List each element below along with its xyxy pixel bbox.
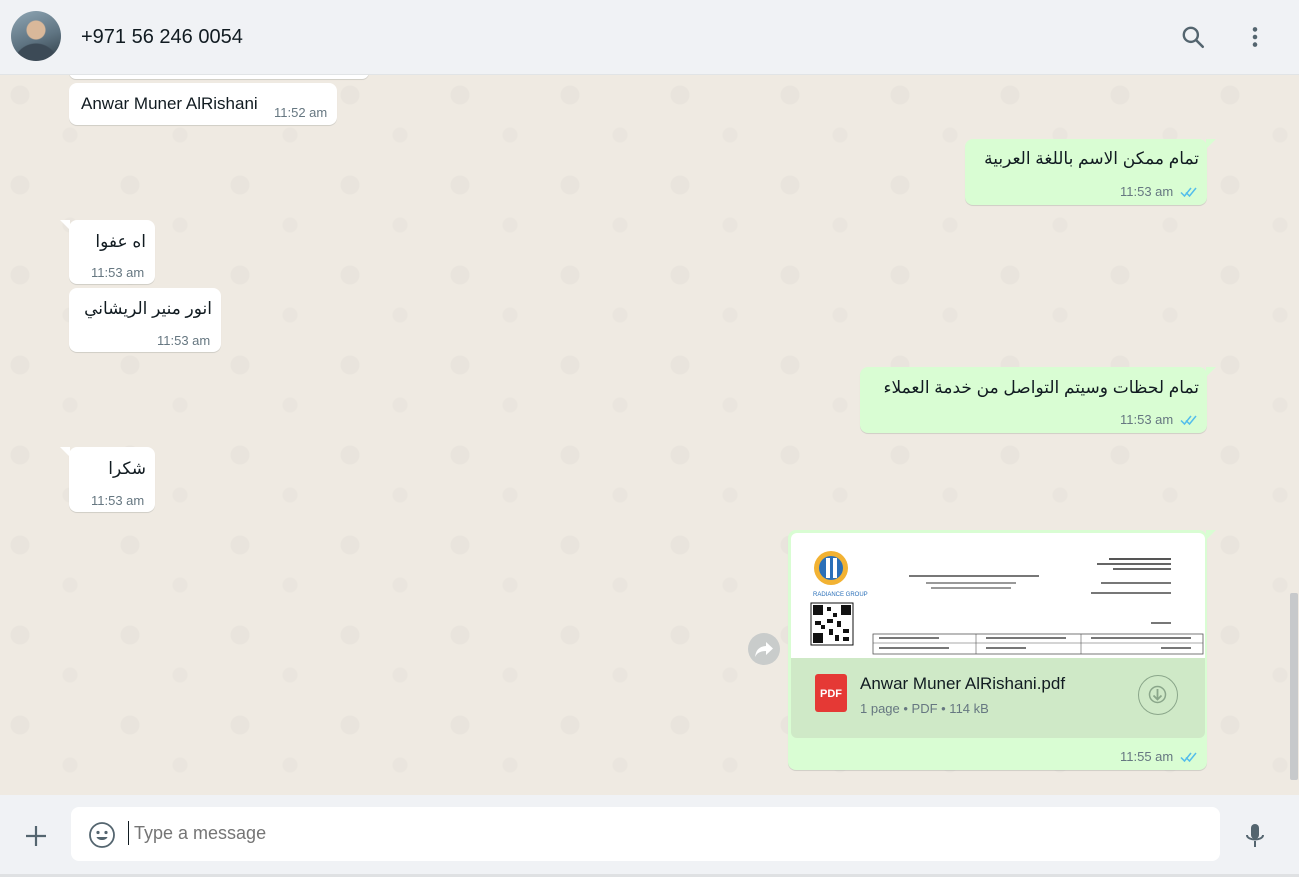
contact-name[interactable]: +971 56 246 0054 <box>81 25 243 49</box>
document-card[interactable]: PDF Anwar Muner AlRishani.pdf 1 page • P… <box>791 658 1205 738</box>
plus-icon[interactable] <box>24 824 48 848</box>
message-text: تمام لحظات وسيتم التواصل من خدمة العملاء <box>883 378 1199 397</box>
document-preview[interactable]: RADIANCE GROUP <box>791 533 1205 658</box>
message-bubble-outgoing[interactable]: تمام لحظات وسيتم التواصل من خدمة العملاء… <box>860 367 1216 433</box>
message-time: 11:53 am <box>1120 412 1174 427</box>
message-input[interactable] <box>134 823 1194 844</box>
message-text: تمام ممكن الاسم باللغة العربية <box>984 149 1199 168</box>
message-bubble-outgoing[interactable]: تمام ممكن الاسم باللغة العربية 11:53 am <box>965 139 1216 205</box>
message-time: 11:53 am <box>157 333 211 348</box>
message-time: 11:55 am <box>1120 749 1174 764</box>
document-file-name[interactable]: Anwar Muner AlRishani.pdf <box>860 674 1065 694</box>
message-time: 11:52 am <box>274 105 328 120</box>
logo-text: RADIANCE GROUP <box>813 592 868 598</box>
message-time: 11:53 am <box>1120 184 1174 199</box>
chat-header: +971 56 246 0054 <box>0 0 1299 75</box>
download-button[interactable] <box>1138 675 1178 715</box>
message-text: انور منير الريشاني <box>84 299 212 318</box>
message-text: Anwar Muner AlRishani <box>81 94 258 113</box>
bubble-tail <box>1206 530 1216 540</box>
message-time: 11:53 am <box>91 265 145 280</box>
message-text: اه عفوا <box>95 232 146 251</box>
mic-icon[interactable] <box>1243 822 1267 850</box>
document-meta: 1 page • PDF • 114 kB <box>860 701 989 716</box>
bubble-tail <box>60 447 70 457</box>
search-icon[interactable] <box>1180 24 1206 50</box>
message-time: 11:53 am <box>91 493 145 508</box>
document-preview-image: RADIANCE GROUP <box>810 551 1204 655</box>
bubble-tail <box>1206 139 1216 149</box>
message-bubble-incoming[interactable]: انور منير الريشاني 11:53 am <box>69 288 221 352</box>
message-composer <box>0 795 1299 877</box>
read-receipt-icon <box>1180 187 1197 198</box>
bubble-tail <box>60 220 70 230</box>
contact-avatar[interactable] <box>11 11 61 61</box>
pdf-file-icon: PDF <box>815 674 847 712</box>
read-receipt-icon <box>1180 752 1197 763</box>
message-bubble-incoming[interactable]: Anwar Muner AlRishani 11:52 am <box>69 83 337 125</box>
read-receipt-icon <box>1180 415 1197 426</box>
document-message-bubble[interactable]: RADIANCE GROUP PDF Anwar Muner AlRishani… <box>788 530 1216 770</box>
message-bubble-incoming[interactable]: اه عفوا 11:53 am <box>60 220 155 284</box>
download-icon <box>1148 685 1167 704</box>
emoji-icon[interactable] <box>88 821 116 849</box>
message-bubble-partial[interactable] <box>69 75 369 79</box>
menu-icon[interactable] <box>1242 24 1268 50</box>
chat-area[interactable]: Anwar Muner AlRishani 11:52 am تمام ممكن… <box>0 75 1299 795</box>
forward-button[interactable] <box>748 633 780 665</box>
message-input-box[interactable] <box>71 807 1220 861</box>
message-bubble-incoming[interactable]: شكرا 11:53 am <box>60 447 155 512</box>
chat-scrollbar[interactable] <box>1290 593 1298 780</box>
forward-icon <box>755 642 773 657</box>
text-caret <box>128 821 129 845</box>
message-text: شكرا <box>108 459 146 478</box>
bubble-tail <box>1206 367 1216 377</box>
